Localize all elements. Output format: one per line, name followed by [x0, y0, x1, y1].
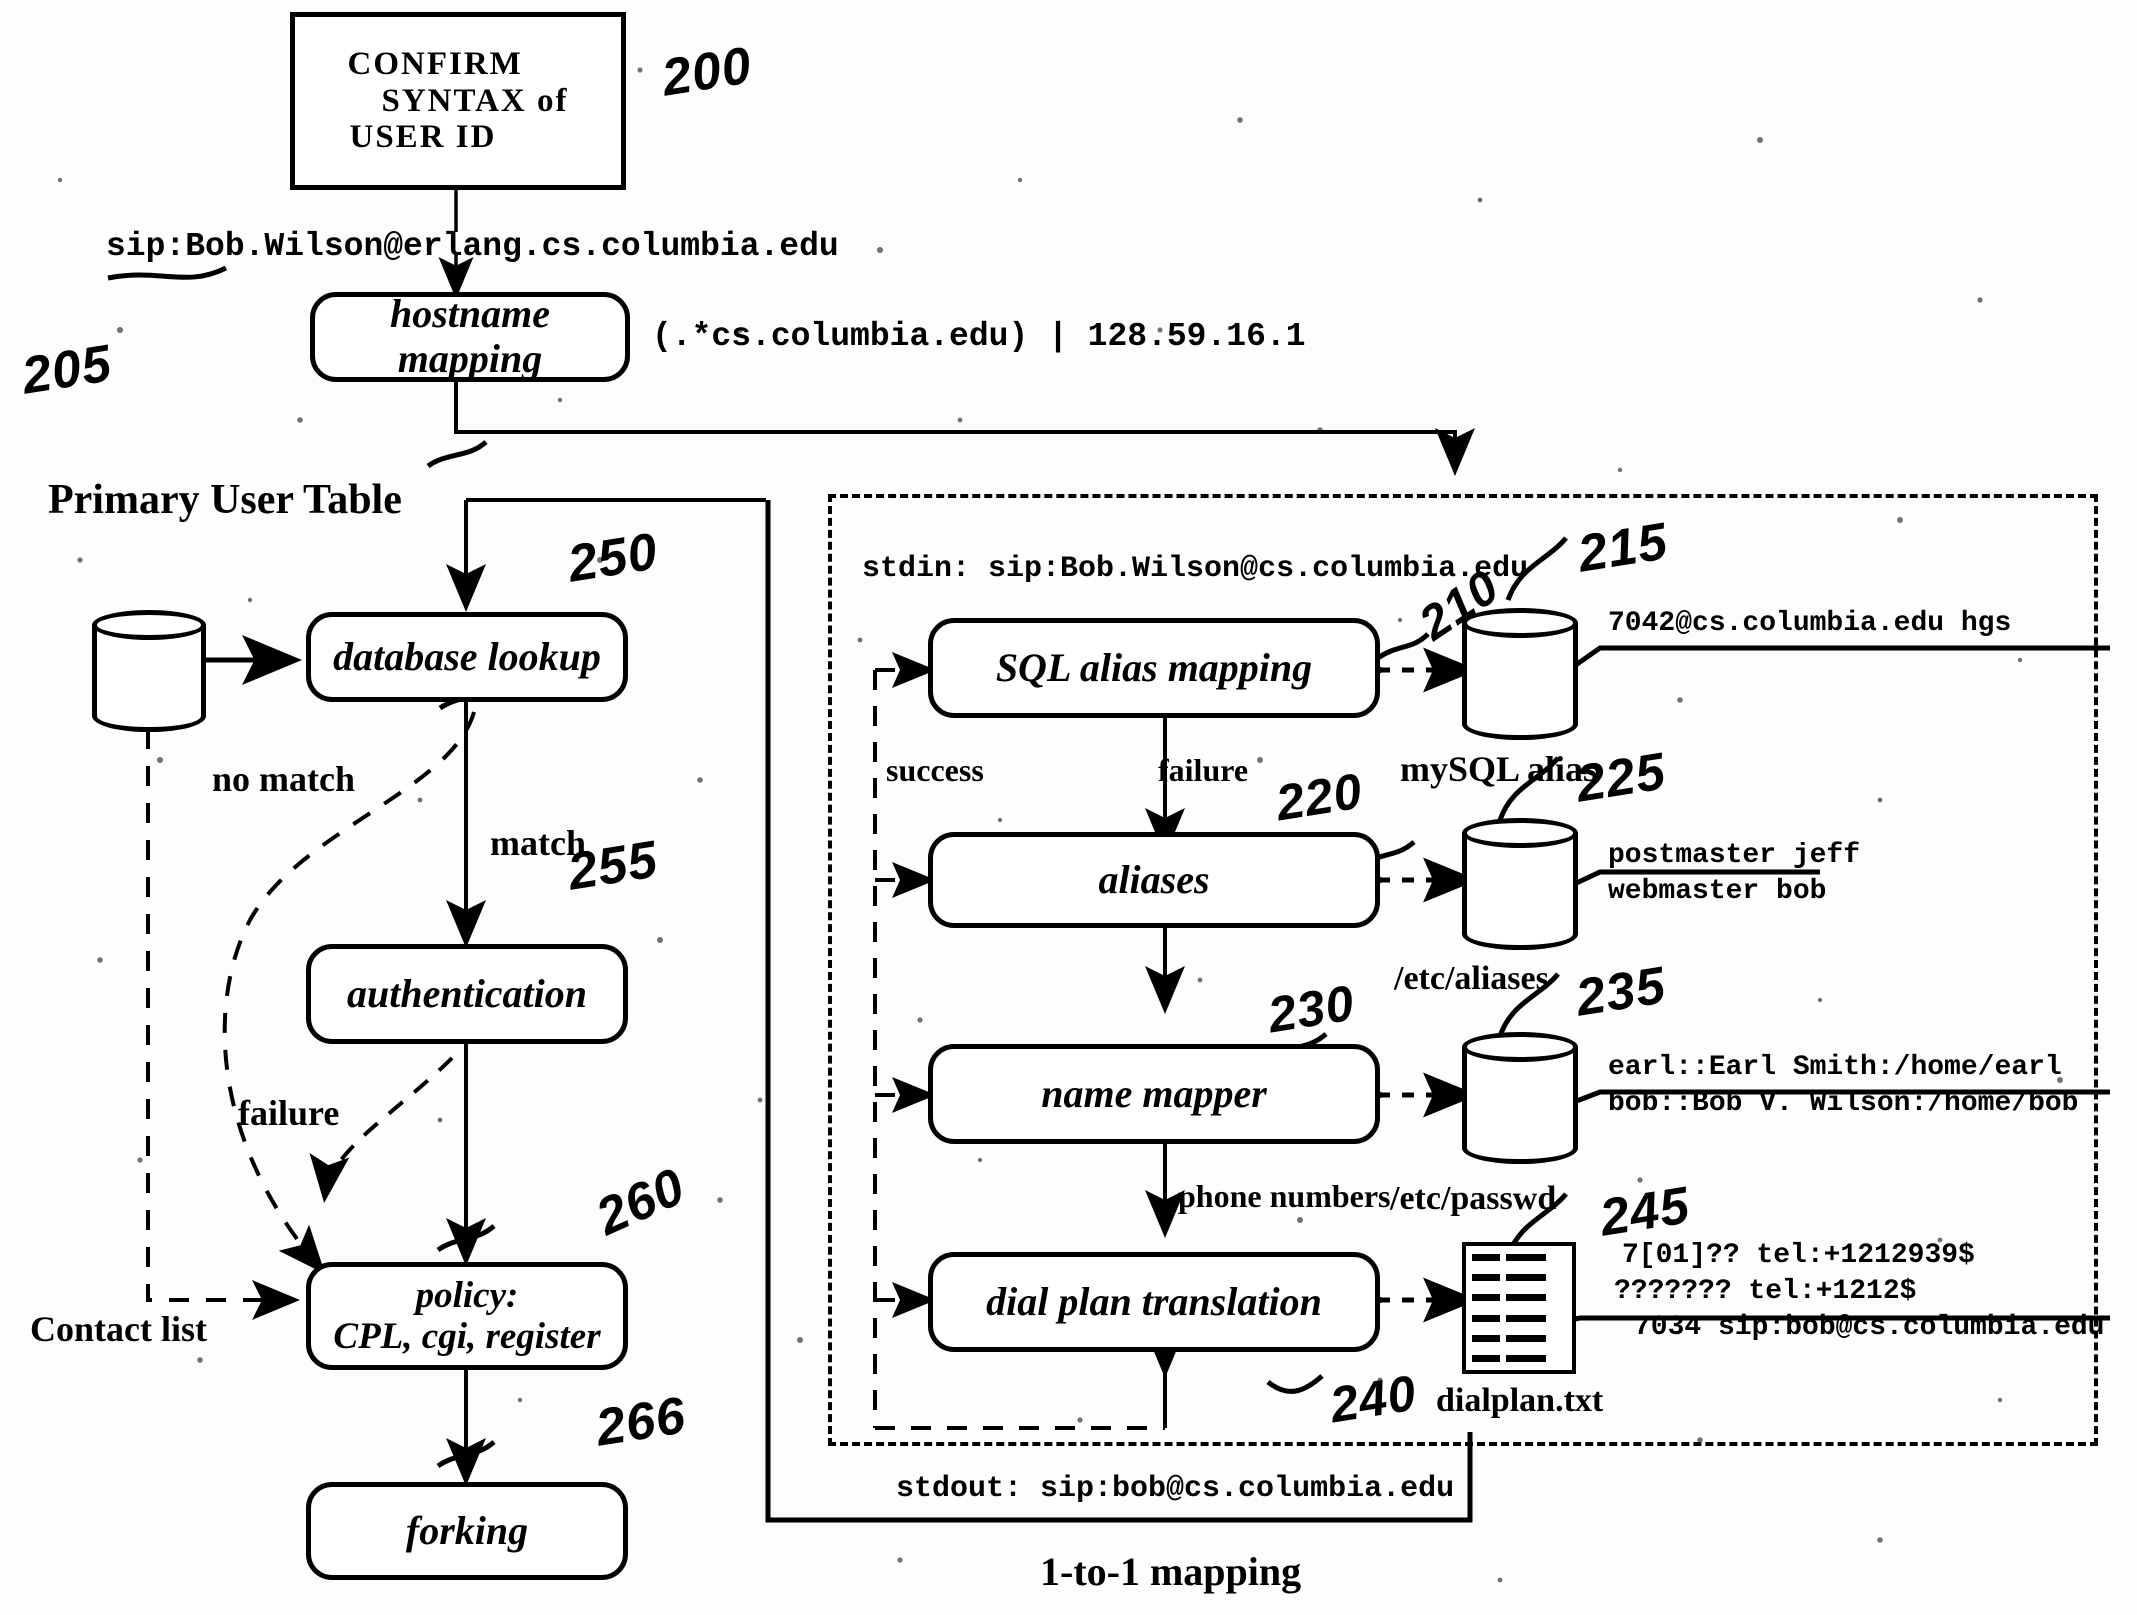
- contact-list-label: Contact list: [30, 1309, 207, 1349]
- hostname-mapping-box[interactable]: hostname mapping: [310, 291, 630, 382]
- stdout-label: stdout: sip:bob@cs.columbia.edu: [896, 1472, 1455, 1506]
- one-to-one-mapping-caption: 1-to-1 mapping: [1040, 1549, 1302, 1594]
- confirm-syntax-line3: USER ID: [349, 119, 497, 156]
- etc-aliases-contents-line2: webmaster bob: [1608, 876, 1827, 907]
- ref-255: 255: [564, 830, 662, 902]
- etc-passwd-database-icon: [1462, 1032, 1578, 1164]
- mysql-alias-contents: 7042@cs.columbia.edu hgs: [1608, 608, 2012, 639]
- dialplan-contents-line3: 7034 sip:bob@cs.columbia.edu: [1634, 1312, 2105, 1343]
- dialplan-contents-line1: 7[01]?? tel:+1212939$: [1622, 1240, 1975, 1271]
- database-lookup-label: database lookup: [333, 633, 601, 679]
- ref-205: 205: [18, 334, 116, 406]
- etc-aliases-contents-line1: postmaster jeff: [1608, 840, 1861, 871]
- dialplan-contents-line2: ??????? tel:+1212$: [1614, 1276, 1917, 1307]
- primary-user-table-label: Primary User Table: [48, 477, 402, 523]
- input-uri-label: sip:Bob.Wilson@erlang.cs.columbia.edu: [106, 228, 839, 265]
- no-match-label: no match: [212, 759, 355, 799]
- mysql-alias-database-icon: [1462, 608, 1578, 740]
- hostname-mapping-line2: mapping: [397, 336, 543, 381]
- etc-aliases-database-icon: [1462, 818, 1578, 950]
- failure-label-left: failure: [238, 1093, 340, 1133]
- forking-box[interactable]: forking: [306, 1482, 628, 1580]
- ref-266: 266: [592, 1386, 690, 1458]
- ref-250: 250: [564, 522, 662, 594]
- stdio-dashed-subregion: [868, 648, 1476, 1456]
- hostname-mapping-annotation: (.*cs.columbia.edu) | 128.59.16.1: [652, 318, 1306, 355]
- etc-passwd-contents-line1: earl::Earl Smith:/home/earl: [1608, 1052, 2062, 1083]
- database-lookup-box[interactable]: database lookup: [306, 612, 628, 702]
- stdin-label: stdin: sip:Bob.Wilson@cs.columbia.edu: [862, 552, 1529, 586]
- ref-200: 200: [658, 36, 756, 108]
- policy-line1: policy:: [415, 1274, 519, 1316]
- ref-260: 260: [588, 1157, 694, 1247]
- hostname-mapping-line1: hostname: [389, 291, 551, 337]
- authentication-box[interactable]: authentication: [306, 944, 628, 1044]
- policy-box[interactable]: policy: CPL, cgi, register: [306, 1262, 628, 1370]
- policy-line2: CPL, cgi, register: [333, 1316, 601, 1357]
- authentication-label: authentication: [346, 970, 588, 1016]
- primary-user-database-icon: [92, 610, 206, 732]
- forking-label: forking: [405, 1507, 529, 1553]
- patent-figure-canvas: CONFIRM SYNTAX of USER ID 200 sip:Bob.Wi…: [0, 0, 2137, 1615]
- confirm-syntax-line1: CONFIRM: [347, 45, 523, 82]
- confirm-syntax-box[interactable]: CONFIRM SYNTAX of USER ID: [290, 12, 626, 190]
- etc-passwd-contents-line2: bob::Bob V. Wilson:/home/bob: [1608, 1088, 2079, 1119]
- confirm-syntax-line2: SYNTAX of: [381, 82, 569, 119]
- dialplan-txt-file-icon: [1462, 1242, 1576, 1374]
